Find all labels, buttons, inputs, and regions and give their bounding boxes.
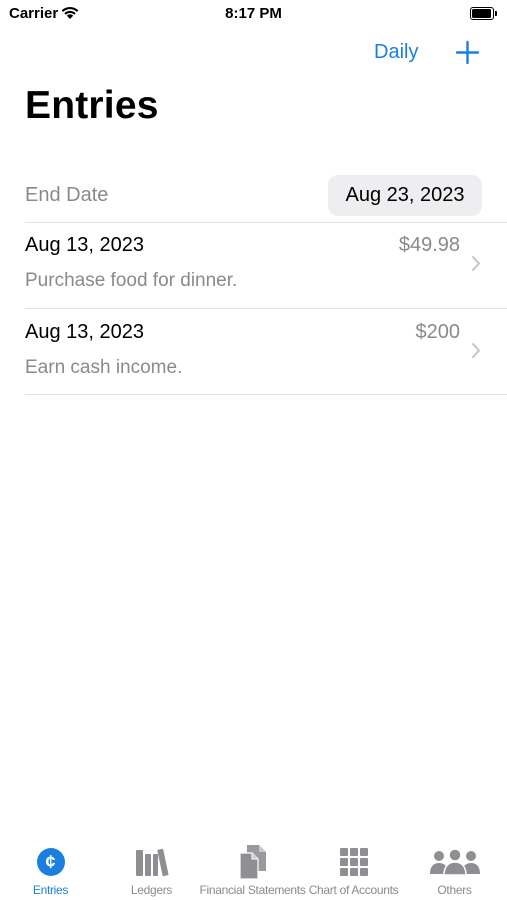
end-date-picker[interactable]: Aug 23, 2023	[328, 175, 482, 216]
entry-description: Purchase food for dinner.	[25, 270, 238, 291]
clock: 8:17 PM	[225, 5, 282, 22]
divider	[25, 394, 507, 395]
chevron-right-icon	[472, 343, 480, 358]
daily-button[interactable]: Daily	[374, 41, 418, 64]
entry-date: Aug 13, 2023	[25, 321, 144, 343]
documents-icon	[238, 845, 266, 880]
entry-description: Earn cash income.	[25, 357, 183, 378]
add-entry-button[interactable]	[455, 40, 480, 65]
tab-ledgers[interactable]: Ledgers	[101, 838, 202, 900]
grid-icon	[339, 848, 368, 876]
entry-row[interactable]: Aug 13, 2023 $200 Earn cash income.	[25, 309, 507, 395]
entry-amount: $49.98	[398, 234, 460, 256]
people-icon	[429, 848, 480, 876]
tab-label: Others	[437, 883, 472, 897]
tab-chart-of-accounts[interactable]: Chart of Accounts	[303, 838, 404, 900]
chevron-right-icon	[472, 256, 480, 271]
battery-icon	[470, 7, 497, 20]
entry-date: Aug 13, 2023	[25, 234, 144, 256]
tab-financial-statements[interactable]: Financial Statements	[199, 838, 306, 900]
tab-others[interactable]: Others	[404, 838, 505, 900]
books-icon	[135, 848, 168, 877]
end-date-label: End Date	[25, 184, 109, 206]
entry-row[interactable]: Aug 13, 2023 $49.98 Purchase food for di…	[25, 222, 507, 308]
tab-bar: ¢ Entries Ledgers Financial Statements C…	[0, 838, 507, 900]
status-bar: Carrier 8:17 PM	[0, 0, 507, 30]
entry-amount: $200	[415, 321, 461, 343]
cent-sign-icon: ¢	[36, 848, 65, 876]
tab-entries[interactable]: ¢ Entries	[0, 838, 101, 900]
page-title: Entries	[25, 84, 159, 127]
end-date-row: End Date Aug 23, 2023	[25, 175, 507, 221]
